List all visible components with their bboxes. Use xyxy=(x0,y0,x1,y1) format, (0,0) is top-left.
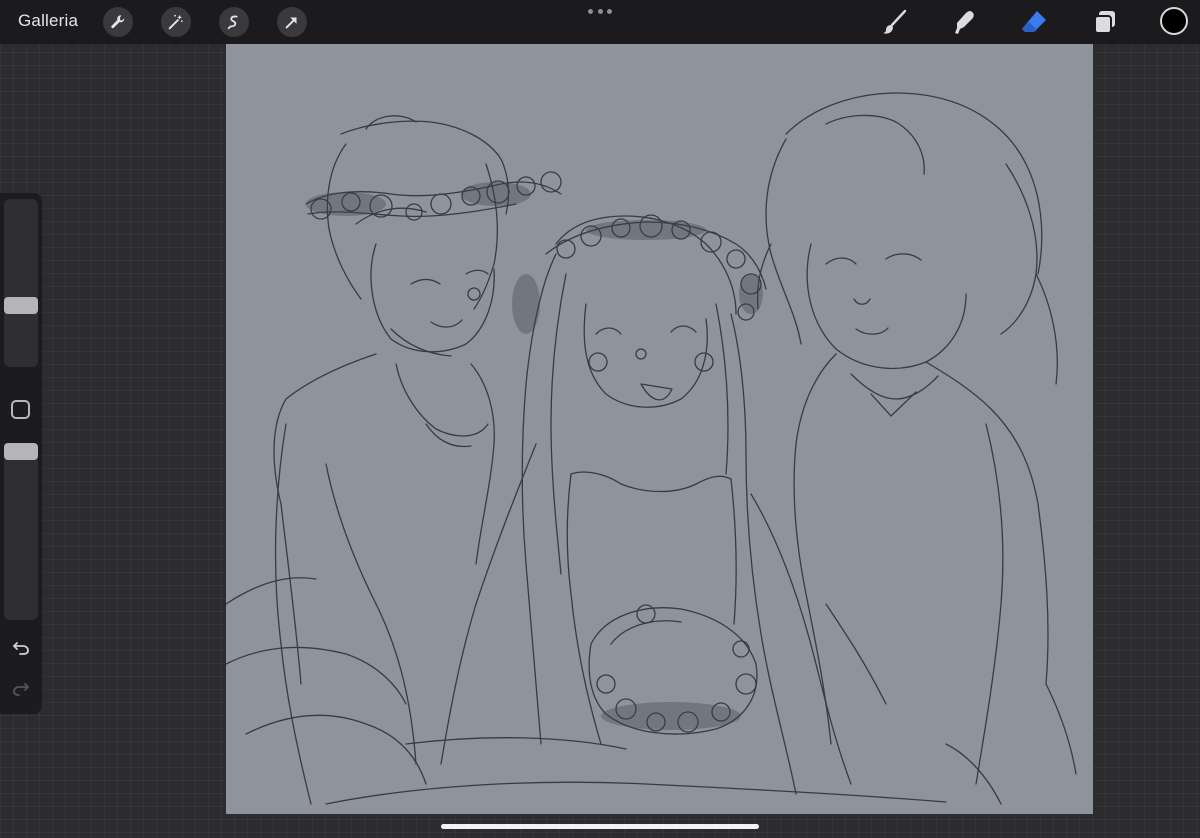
opacity-slider[interactable] xyxy=(4,443,38,620)
drawing-canvas[interactable] xyxy=(226,44,1093,814)
smudge-icon xyxy=(955,11,974,34)
actions-button[interactable] xyxy=(103,7,133,37)
more-options-handle[interactable] xyxy=(588,4,612,18)
gallery-button[interactable]: Galleria xyxy=(18,11,78,31)
layers-button[interactable] xyxy=(1089,6,1121,38)
layers-icon xyxy=(1094,11,1115,34)
eraser-icon xyxy=(1022,11,1046,32)
adjustments-button[interactable] xyxy=(161,7,191,37)
redo-button[interactable] xyxy=(9,676,33,700)
dot xyxy=(607,8,612,14)
magic-wand-icon xyxy=(168,14,183,30)
undo-button[interactable] xyxy=(9,635,33,659)
undo-icon xyxy=(13,642,29,655)
sketch-artwork xyxy=(226,92,1077,805)
brush-size-slider[interactable] xyxy=(4,199,38,367)
brush-icon xyxy=(883,9,907,34)
selection-button[interactable] xyxy=(219,7,249,37)
transform-arrow-icon xyxy=(285,17,297,29)
wrench-icon xyxy=(111,15,125,29)
home-indicator[interactable] xyxy=(441,824,759,829)
left-sidebar xyxy=(0,193,42,714)
color-picker-button[interactable] xyxy=(1160,7,1188,35)
selection-icon xyxy=(227,15,238,30)
opacity-thumb[interactable] xyxy=(4,443,38,461)
smudge-tool-button[interactable] xyxy=(948,6,980,38)
brush-tool-button[interactable] xyxy=(879,6,911,38)
dot xyxy=(597,8,603,14)
redo-icon xyxy=(13,683,29,696)
eraser-tool-button[interactable] xyxy=(1018,6,1050,38)
brush-size-thumb[interactable] xyxy=(4,297,38,315)
modify-button[interactable] xyxy=(11,400,30,419)
transform-button[interactable] xyxy=(277,7,307,37)
top-toolbar: Galleria xyxy=(0,0,1200,44)
dot xyxy=(588,8,593,14)
